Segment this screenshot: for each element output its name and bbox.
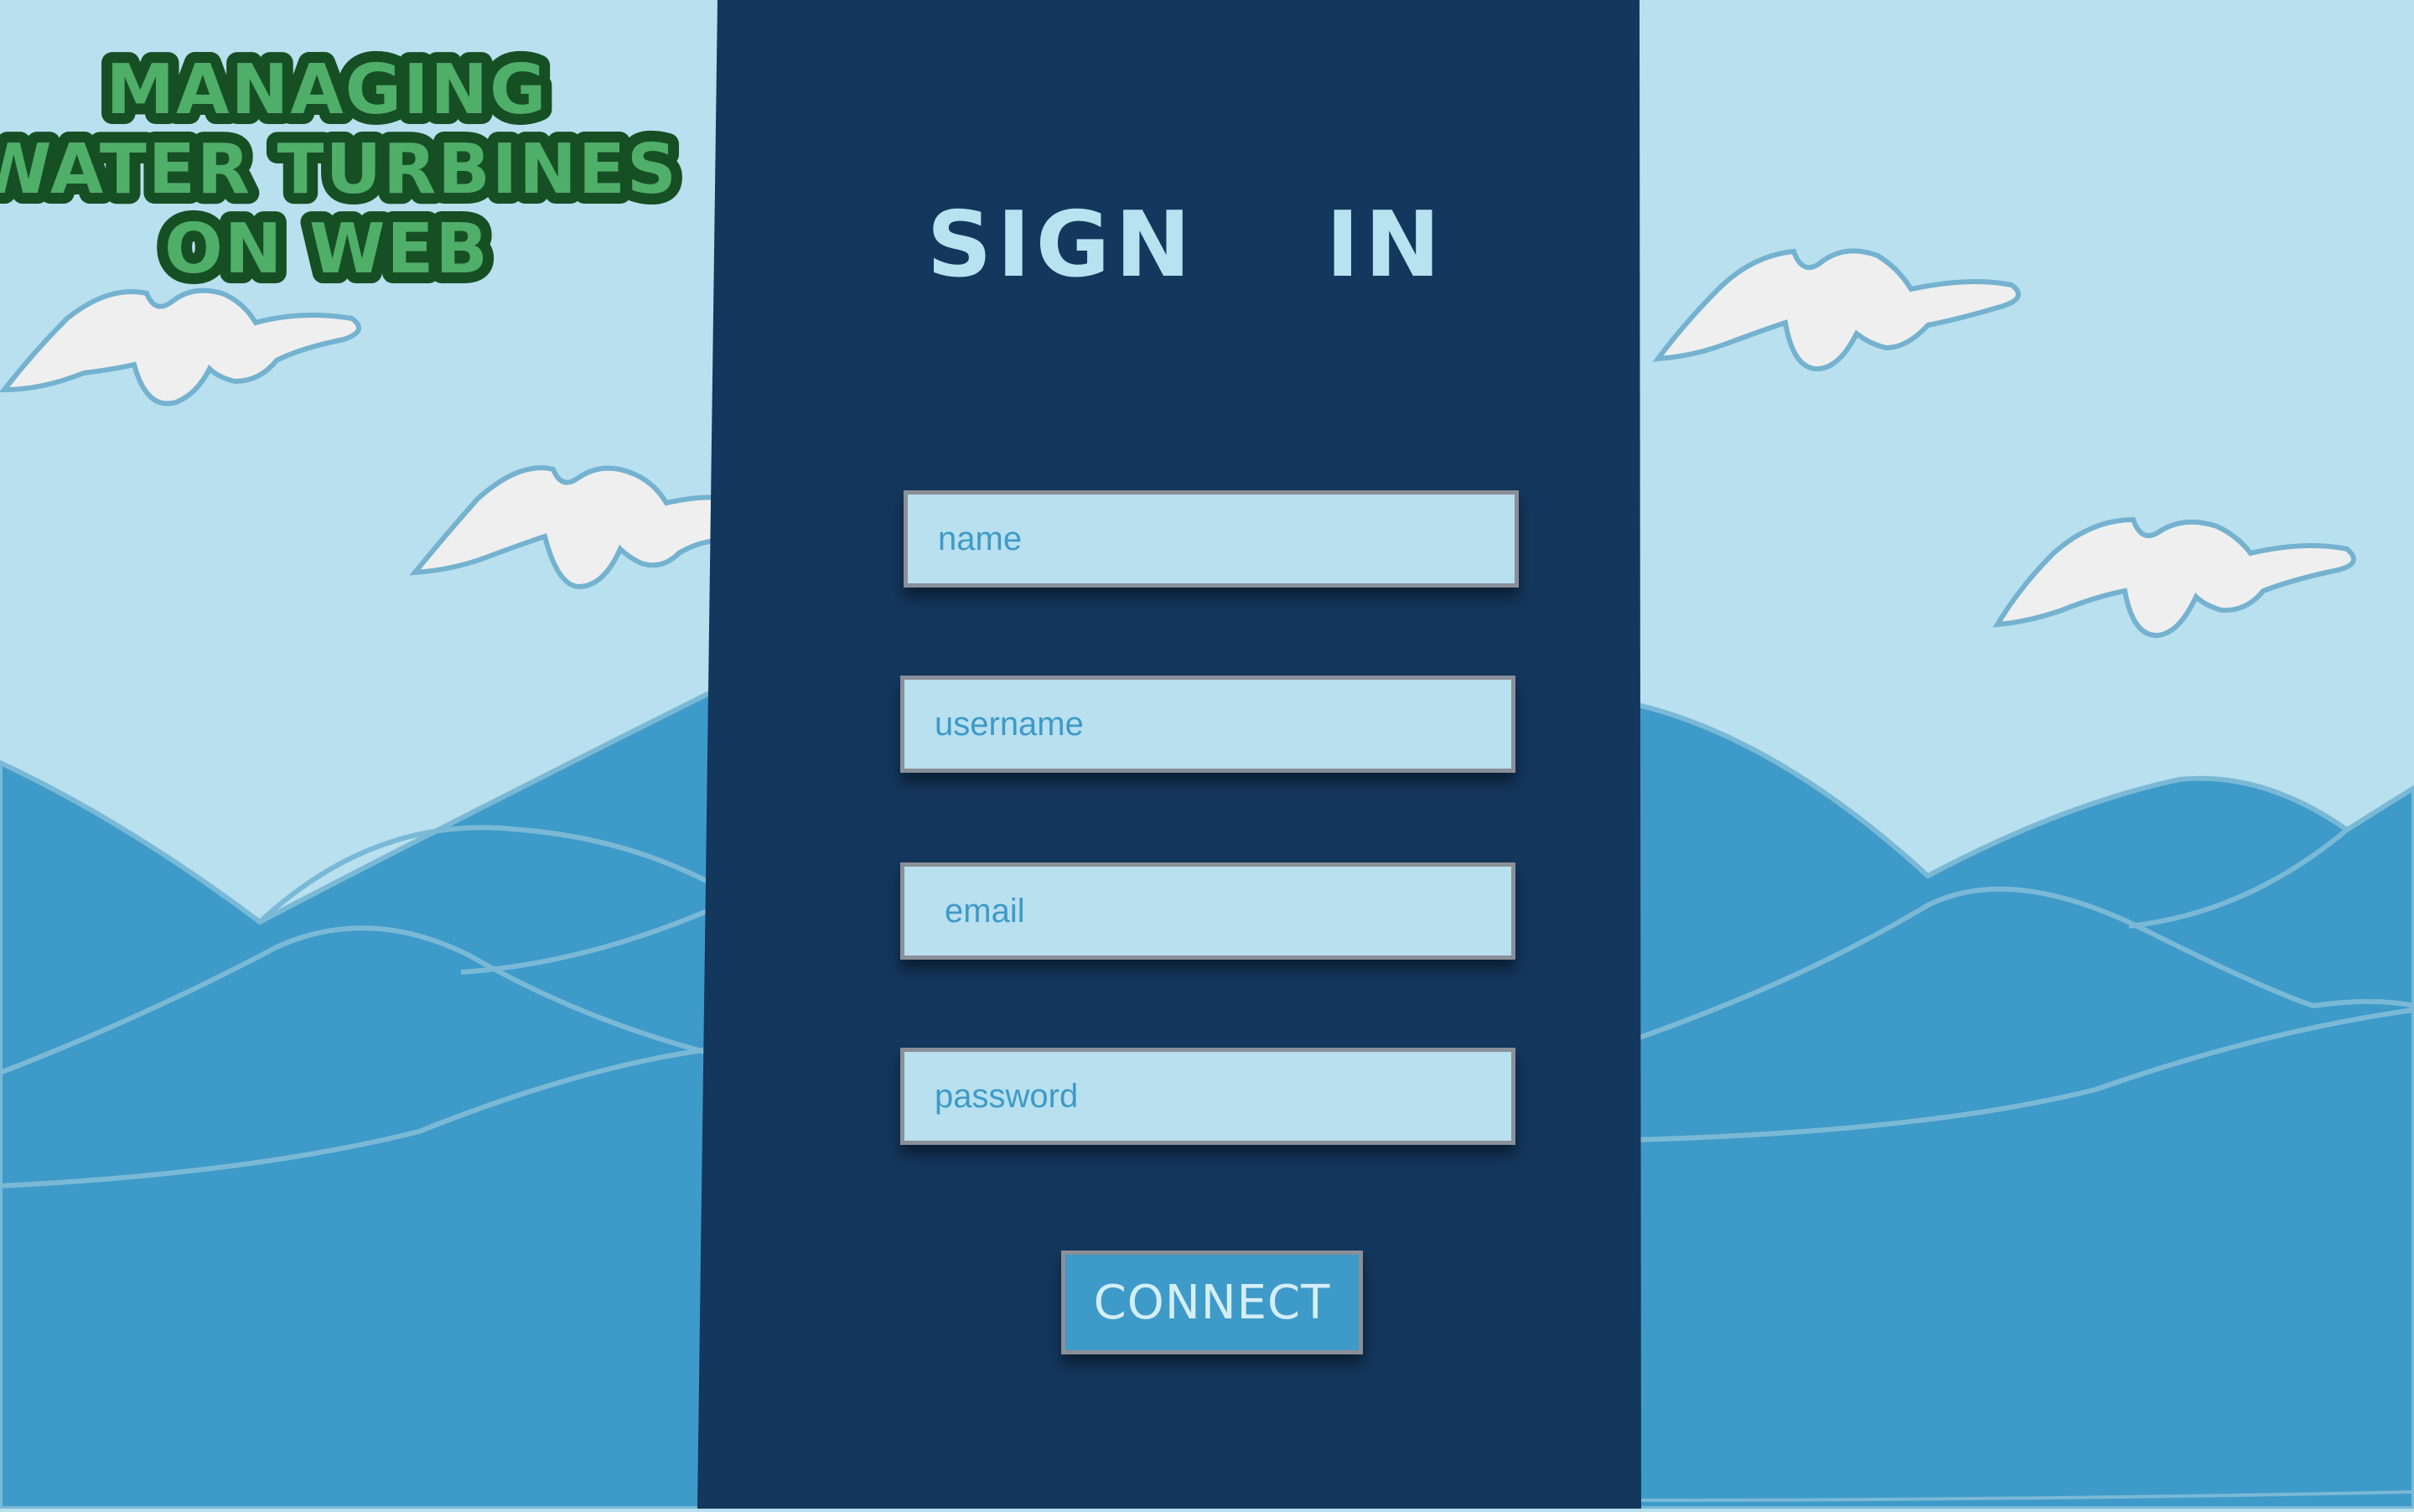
logo-line2: WATER TURBINES: [0, 130, 678, 210]
name-field[interactable]: [904, 490, 1519, 588]
connect-button[interactable]: CONNECT: [1061, 1251, 1363, 1354]
logo-line3: ON WEB: [164, 210, 490, 289]
brand-logo: MANAGING WATER TURBINES ON WEB MANAGING …: [0, 34, 687, 300]
email-field[interactable]: [900, 862, 1515, 960]
password-field[interactable]: [900, 1048, 1515, 1145]
page-title: SIGN IN: [926, 193, 1446, 298]
logo-line1: MANAGING: [106, 50, 548, 130]
username-field[interactable]: [900, 676, 1515, 773]
